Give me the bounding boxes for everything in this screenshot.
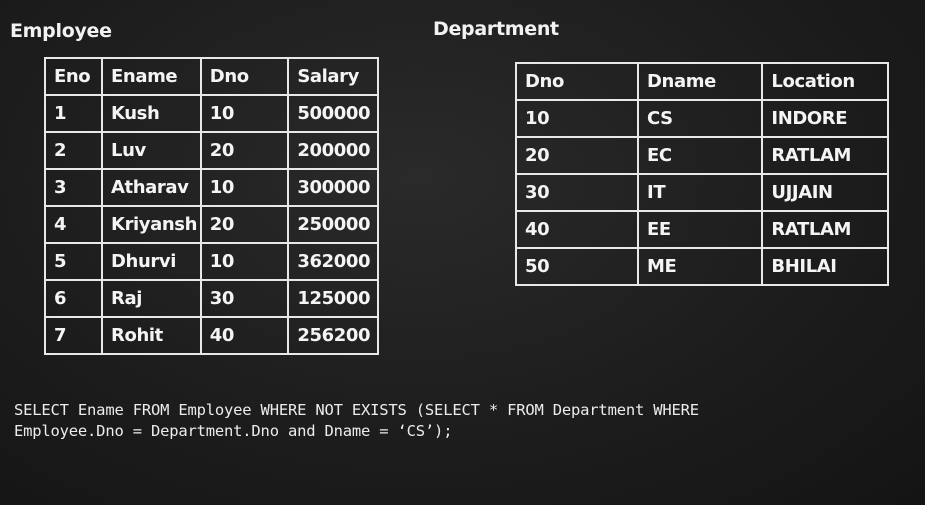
employee-row: 2 Luv 20 200000 — [43, 131, 379, 170]
employee-cell-salary: 125000 — [287, 279, 379, 318]
department-cell-dno: 10 — [514, 99, 640, 138]
employee-cell-eno: 6 — [43, 279, 104, 318]
employee-cell-salary: 300000 — [287, 168, 379, 207]
employee-header-dno: Dno — [199, 57, 290, 96]
employee-cell-salary: 500000 — [287, 94, 379, 133]
department-table: Dno Dname Location 10 CS INDORE 20 EC RA… — [514, 62, 889, 286]
employee-cell-eno: 3 — [43, 168, 104, 207]
department-cell-location: INDORE — [761, 99, 889, 138]
employee-cell-eno: 4 — [43, 205, 104, 244]
department-cell-dname: EE — [637, 210, 764, 249]
employee-cell-ename: Rohit — [101, 316, 202, 355]
department-cell-dno: 40 — [514, 210, 640, 249]
employee-header-row: Eno Ename Dno Salary — [43, 57, 379, 96]
department-cell-dno: 20 — [514, 136, 640, 175]
department-header-dno: Dno — [514, 62, 640, 101]
employee-row: 3 Atharav 10 300000 — [43, 168, 379, 207]
employee-header-eno: Eno — [43, 57, 104, 96]
employee-cell-dno: 30 — [199, 279, 290, 318]
sql-query-line-2: Employee.Dno = Department.Dno and Dname … — [14, 422, 453, 440]
employee-cell-ename: Raj — [101, 279, 202, 318]
employee-cell-ename: Atharav — [101, 168, 202, 207]
department-cell-dname: ME — [637, 247, 764, 286]
employee-cell-salary: 362000 — [287, 242, 379, 281]
department-cell-dname: EC — [637, 136, 764, 175]
department-header-location: Location — [761, 62, 889, 101]
department-row: 50 ME BHILAI — [514, 247, 889, 286]
department-cell-location: UJJAIN — [761, 173, 889, 212]
employee-cell-dno: 20 — [199, 131, 290, 170]
department-cell-dname: IT — [637, 173, 764, 212]
department-cell-location: RATLAM — [761, 136, 889, 175]
employee-row: 7 Rohit 40 256200 — [43, 316, 379, 355]
sql-query: SELECT Ename FROM Employee WHERE NOT EXI… — [14, 400, 699, 442]
employee-cell-dno: 10 — [199, 168, 290, 207]
department-cell-location: RATLAM — [761, 210, 889, 249]
employee-header-ename: Ename — [101, 57, 202, 96]
employee-cell-ename: Luv — [101, 131, 202, 170]
department-row: 20 EC RATLAM — [514, 136, 889, 175]
employee-cell-dno: 20 — [199, 205, 290, 244]
department-row: 10 CS INDORE — [514, 99, 889, 138]
employee-table-title: Employee — [10, 20, 112, 42]
department-header-dname: Dname — [637, 62, 764, 101]
employee-cell-ename: Kriyansh — [101, 205, 202, 244]
employee-cell-salary: 200000 — [287, 131, 379, 170]
department-row: 40 EE RATLAM — [514, 210, 889, 249]
employee-cell-dno: 10 — [199, 242, 290, 281]
employee-cell-salary: 256200 — [287, 316, 379, 355]
sql-query-line-1: SELECT Ename FROM Employee WHERE NOT EXI… — [14, 401, 699, 419]
employee-row: 1 Kush 10 500000 — [43, 94, 379, 133]
department-cell-location: BHILAI — [761, 247, 889, 286]
employee-row: 5 Dhurvi 10 362000 — [43, 242, 379, 281]
employee-cell-eno: 1 — [43, 94, 104, 133]
employee-table: Eno Ename Dno Salary 1 Kush 10 500000 2 … — [43, 57, 379, 355]
employee-cell-dno: 40 — [199, 316, 290, 355]
department-header-row: Dno Dname Location — [514, 62, 889, 101]
employee-cell-ename: Dhurvi — [101, 242, 202, 281]
department-cell-dname: CS — [637, 99, 764, 138]
department-cell-dno: 50 — [514, 247, 640, 286]
employee-cell-dno: 10 — [199, 94, 290, 133]
department-table-title: Department — [433, 18, 559, 40]
department-row: 30 IT UJJAIN — [514, 173, 889, 212]
employee-cell-eno: 7 — [43, 316, 104, 355]
employee-cell-salary: 250000 — [287, 205, 379, 244]
employee-row: 6 Raj 30 125000 — [43, 279, 379, 318]
employee-row: 4 Kriyansh 20 250000 — [43, 205, 379, 244]
employee-cell-ename: Kush — [101, 94, 202, 133]
employee-header-salary: Salary — [287, 57, 379, 96]
employee-cell-eno: 5 — [43, 242, 104, 281]
department-cell-dno: 30 — [514, 173, 640, 212]
employee-cell-eno: 2 — [43, 131, 104, 170]
